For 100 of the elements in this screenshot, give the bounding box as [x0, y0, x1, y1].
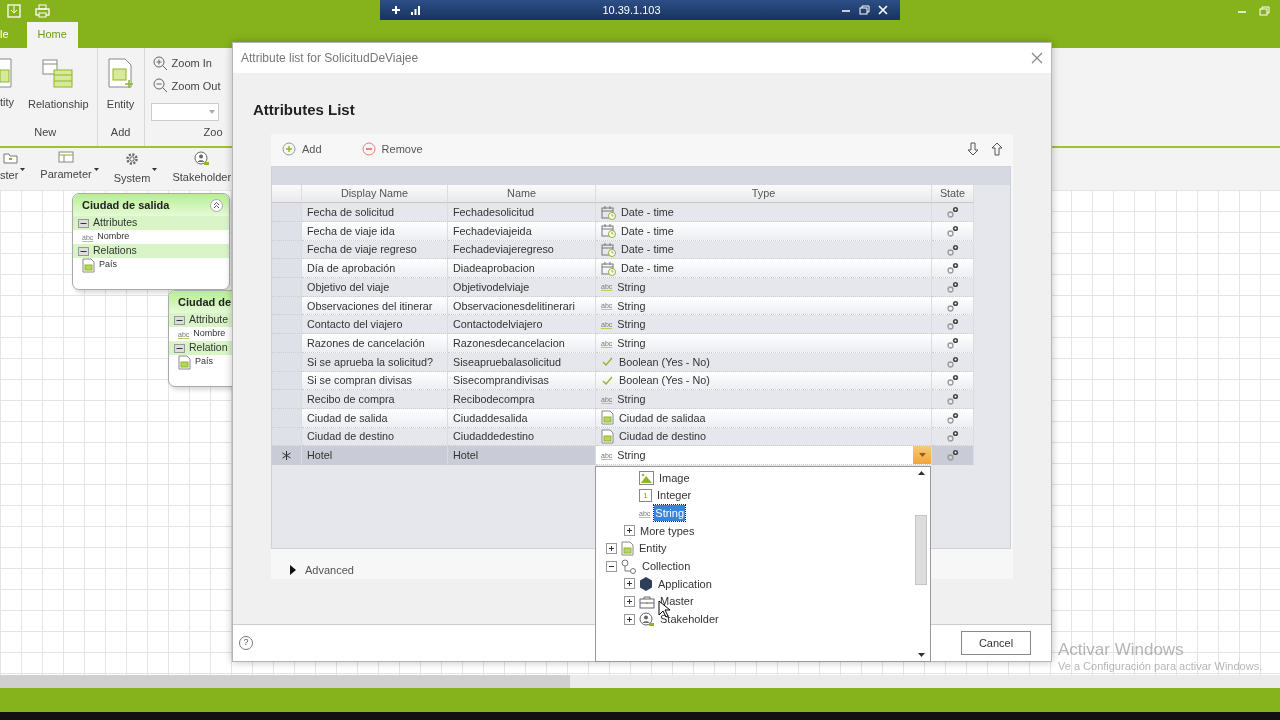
tree-item[interactable]: Stakeholder	[659, 611, 720, 628]
table-cell: Recibodecompra	[448, 390, 596, 409]
tree-item[interactable]: Entity	[638, 540, 668, 557]
save-icon	[7, 4, 21, 18]
state-icon	[946, 393, 959, 406]
person-icon	[639, 611, 655, 627]
tree-item[interactable]: Application	[657, 575, 713, 593]
ribbon-button[interactable]: Entity	[103, 54, 138, 124]
state-icon	[946, 206, 959, 219]
table-cell: Siseapruebalasolicitud	[448, 352, 596, 372]
add-button[interactable]: Add	[279, 140, 325, 158]
nodes-icon	[621, 558, 637, 574]
state-icon	[946, 337, 959, 349]
dialog-title: Attribute list for SolicitudDeViajee	[241, 50, 419, 67]
dropdown-button[interactable]	[913, 446, 931, 464]
group-label: Add	[109, 124, 132, 140]
card-title: Ciudad de	[178, 294, 232, 310]
table-cell: Ciudaddesalida	[448, 408, 596, 428]
tree-item[interactable]: Collection	[641, 558, 692, 575]
type-label: String	[617, 279, 646, 295]
table-cell: Fechadeviajeida	[448, 222, 596, 241]
cancel-button[interactable]: Cancel	[961, 631, 1031, 655]
zoom-button[interactable]: Zoom In	[150, 54, 223, 73]
table-cell: Si se aprueba la solicitud?	[302, 352, 448, 372]
section-label: Relation	[189, 340, 228, 356]
table-cell: Recibo de compra	[302, 390, 448, 409]
scrollbar-thumb[interactable]	[0, 675, 570, 688]
number-icon: 1	[639, 489, 652, 503]
remove-button[interactable]: Remove	[358, 140, 426, 158]
attribute-label: País	[99, 258, 117, 272]
card-title: Ciudad de salida	[82, 197, 170, 213]
toolbar-button[interactable]: Parameter	[40, 148, 92, 190]
toolbar-button[interactable]: Stakeholder	[172, 148, 232, 190]
table-cell: Objetivodelviaje	[448, 278, 596, 297]
toolbar-button[interactable]: ster	[0, 148, 19, 190]
state-icon	[946, 224, 959, 237]
calendar-icon	[601, 242, 616, 258]
zoom-combo[interactable]	[150, 103, 219, 121]
restore-icon	[1259, 6, 1270, 16]
person-icon	[193, 151, 210, 166]
state-icon	[946, 318, 959, 331]
tree-item[interactable]: Image	[658, 469, 691, 487]
state-icon	[946, 449, 959, 462]
type-label: Date - time	[621, 242, 674, 258]
section-label: Attributes	[93, 215, 138, 231]
zoom-button[interactable]: Zoom Out	[150, 76, 223, 95]
table-row[interactable]: Día de aprobación Diadeaprobacion Date - time	[272, 259, 974, 279]
type-label: String	[617, 391, 646, 407]
type-label: String	[617, 298, 646, 314]
table-cell: Si se compran divisas	[302, 371, 448, 391]
calendar-icon	[601, 260, 616, 276]
table-row[interactable]: Si se compran divisas Sisecomprandivisas Boolean (Yes - No)	[272, 371, 974, 391]
minus-circle-icon	[361, 142, 376, 157]
close-icon	[878, 5, 888, 15]
image-icon	[639, 470, 654, 485]
ribbon-button[interactable]: Relationship	[26, 54, 91, 124]
table-cell: Hotel	[448, 446, 596, 465]
attribute-label: País	[195, 355, 213, 369]
table-cell: Día de aprobación	[302, 259, 448, 279]
hexagon-icon	[639, 576, 653, 592]
tree-item[interactable]: More types	[639, 522, 696, 540]
table-row[interactable]: Ciudad de salida Ciudaddesalida Ciudad de salidaa	[272, 408, 974, 428]
state-icon	[946, 411, 959, 424]
table-cell: Observaciones del itinerar	[302, 296, 448, 316]
table-row[interactable]: Fecha de viaje ida Fechadeviajeida Date - time	[272, 222, 974, 241]
table-cell: Ciudad de salida	[302, 408, 448, 428]
briefcase-icon	[639, 594, 655, 609]
watermark-text: Ve a Configuración para activar Windows.	[1058, 660, 1263, 674]
section-label: Attribute	[189, 312, 229, 328]
toolbar-button[interactable]: System	[113, 148, 151, 190]
table-cell: Razonesdecancelacion	[448, 334, 596, 353]
restore-icon	[859, 5, 870, 15]
table-icon	[621, 541, 634, 557]
type-label: String	[617, 448, 646, 464]
section-heading: Attributes List	[253, 100, 356, 120]
group-label: New	[33, 124, 58, 140]
attribute-label: Nombre	[97, 230, 130, 244]
state-icon	[946, 280, 959, 293]
watermark-title: Activar Windows	[1058, 640, 1185, 661]
caret-icon	[918, 453, 926, 458]
state-icon	[946, 243, 959, 256]
ribbon-button[interactable]: tity	[0, 54, 17, 124]
tree-item[interactable]: String	[654, 504, 686, 522]
table-cell: Sisecomprandivisas	[448, 371, 596, 391]
table-icon	[601, 428, 614, 444]
type-label: Boolean (Yes - No)	[619, 354, 710, 370]
table-cell: Objetivo del viaje	[302, 278, 448, 297]
scrollbar-thumb[interactable]	[915, 515, 927, 585]
table-cell: Razones de cancelación	[302, 334, 448, 353]
table-row[interactable]: Si se aprueba la solicitud? Siseapruebalasolicitud Boolean (Yes - No)	[272, 352, 974, 372]
tree-item[interactable]: Integer	[656, 487, 693, 504]
zoom-out-icon	[152, 78, 168, 94]
gear-icon	[124, 151, 141, 167]
state-icon	[946, 299, 959, 312]
state-icon	[946, 355, 959, 368]
table-cell: Hotel	[302, 446, 448, 465]
spreadsheet-add-icon	[105, 58, 136, 90]
close-icon	[1031, 52, 1043, 64]
state-icon	[946, 430, 959, 443]
attribute-label: Nombre	[193, 327, 226, 341]
